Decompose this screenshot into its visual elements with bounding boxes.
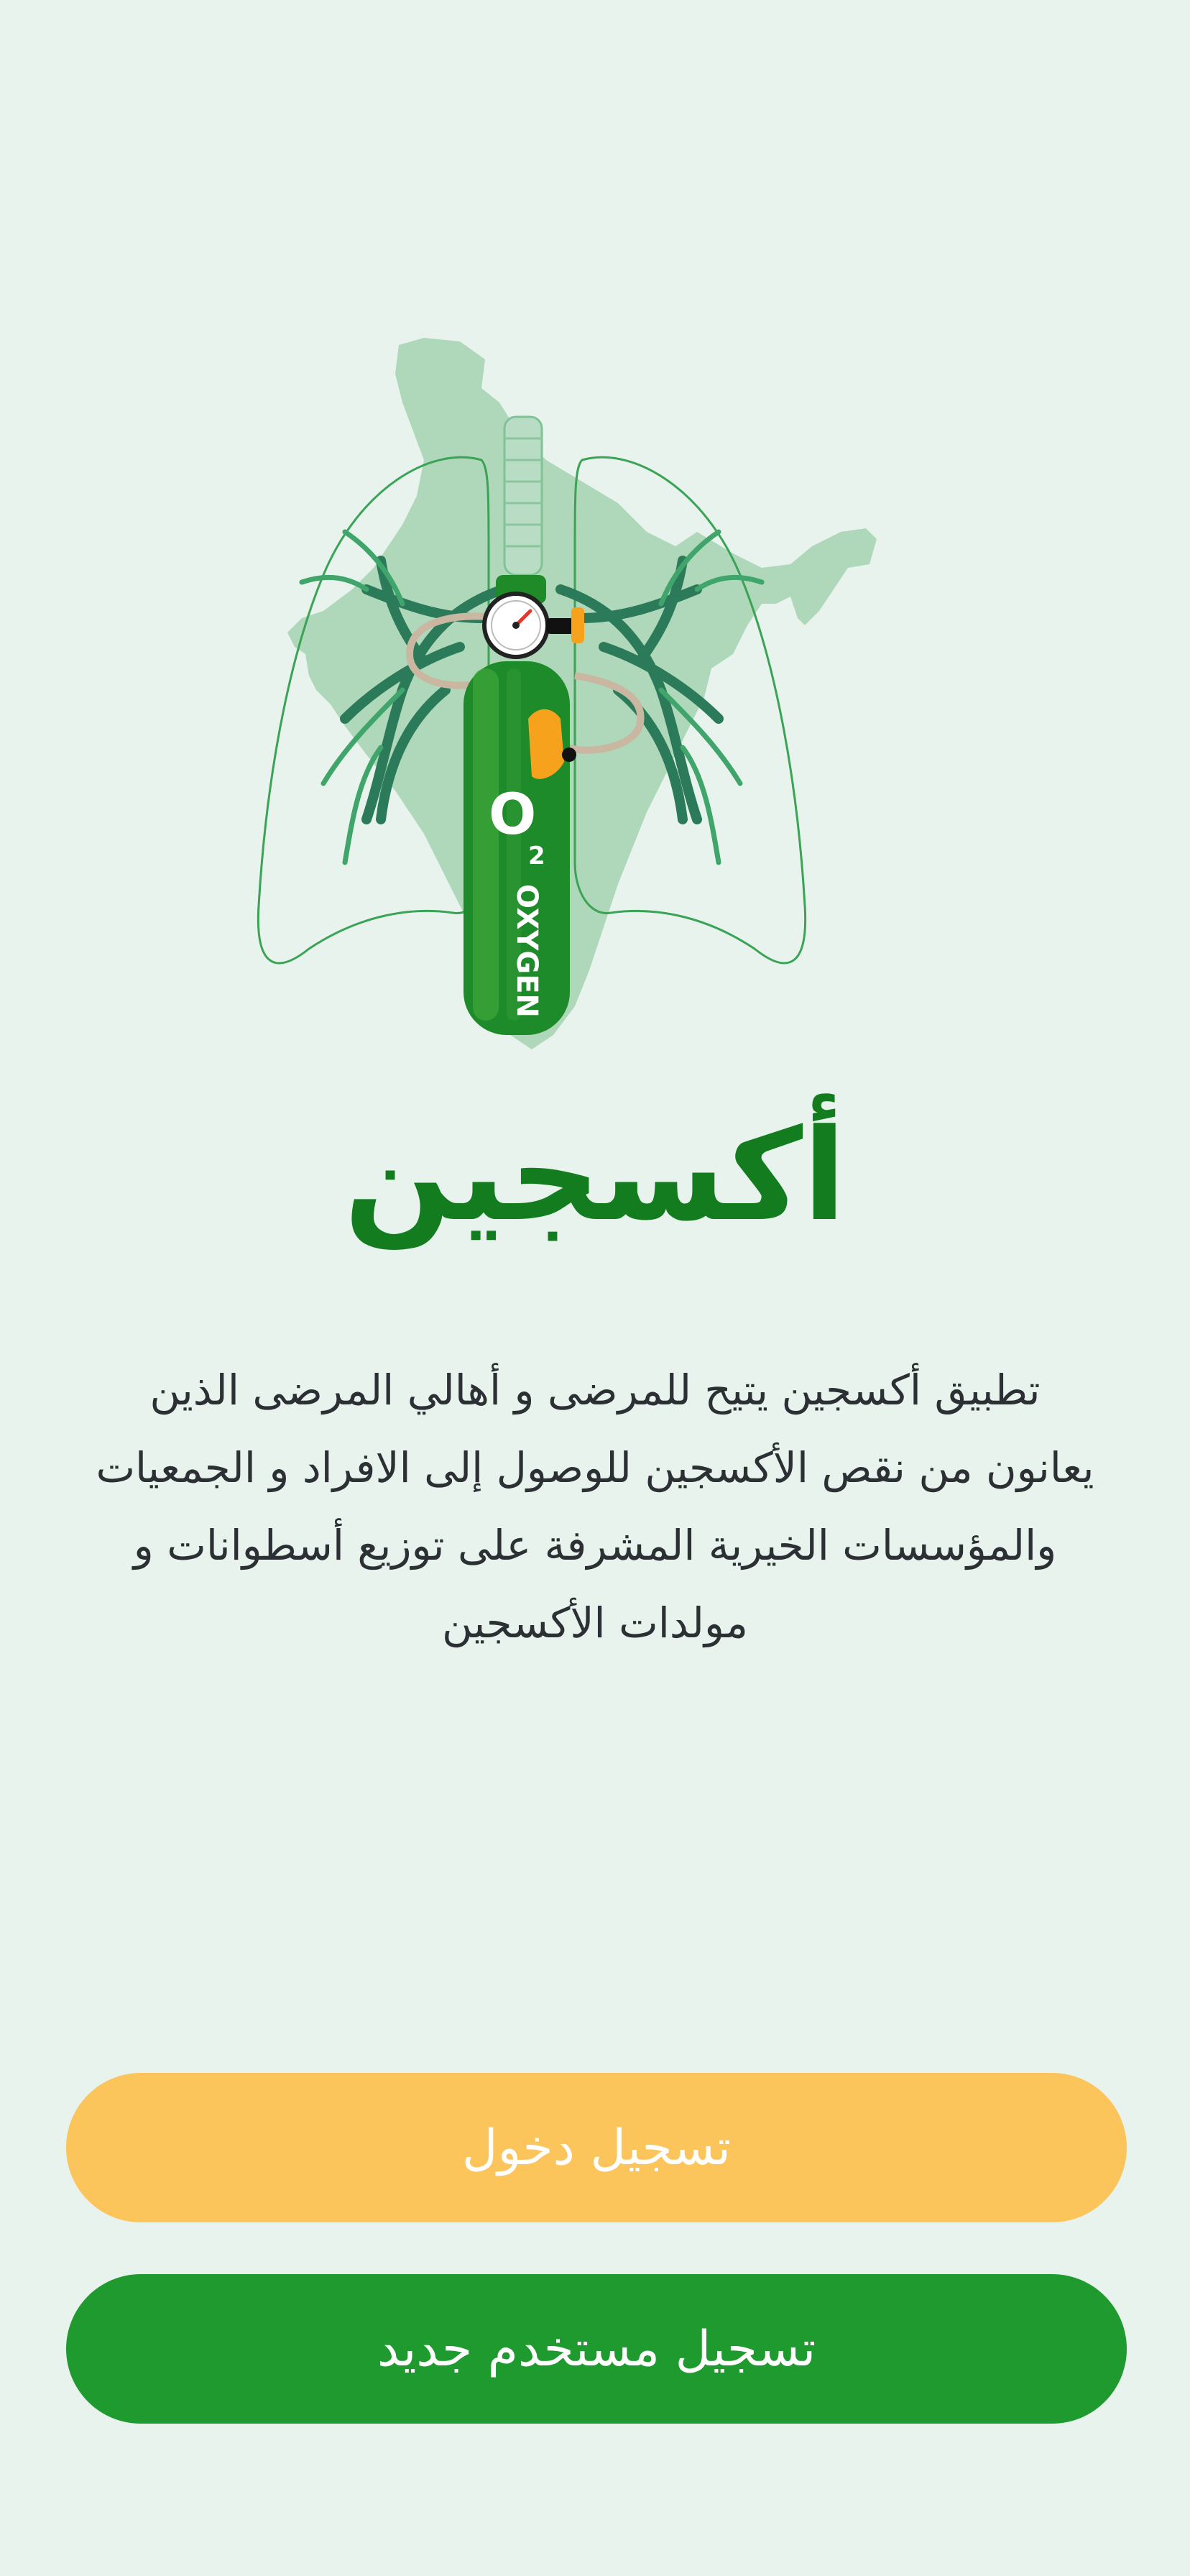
register-button[interactable]: تسجيل مستخدم جديد — [66, 2274, 1127, 2424]
cylinder-subscript: 2 — [528, 842, 545, 870]
hero-illustration: O 2 OXYGEN — [244, 316, 949, 1078]
welcome-screen: O 2 OXYGEN أكسجين تطبيق أكسجين يتيح للمر… — [0, 0, 1190, 2576]
cylinder-symbol: O — [489, 783, 536, 847]
oxygen-illustration: O 2 OXYGEN — [257, 338, 877, 1049]
app-title: أكسجين — [343, 1102, 847, 1249]
login-button[interactable]: تسجيل دخول — [66, 2073, 1127, 2222]
app-description: تطبيق أكسجين يتيح للمرضى و أهالي المرضى … — [96, 1366, 1094, 1647]
cylinder-label: OXYGEN — [510, 884, 543, 1018]
